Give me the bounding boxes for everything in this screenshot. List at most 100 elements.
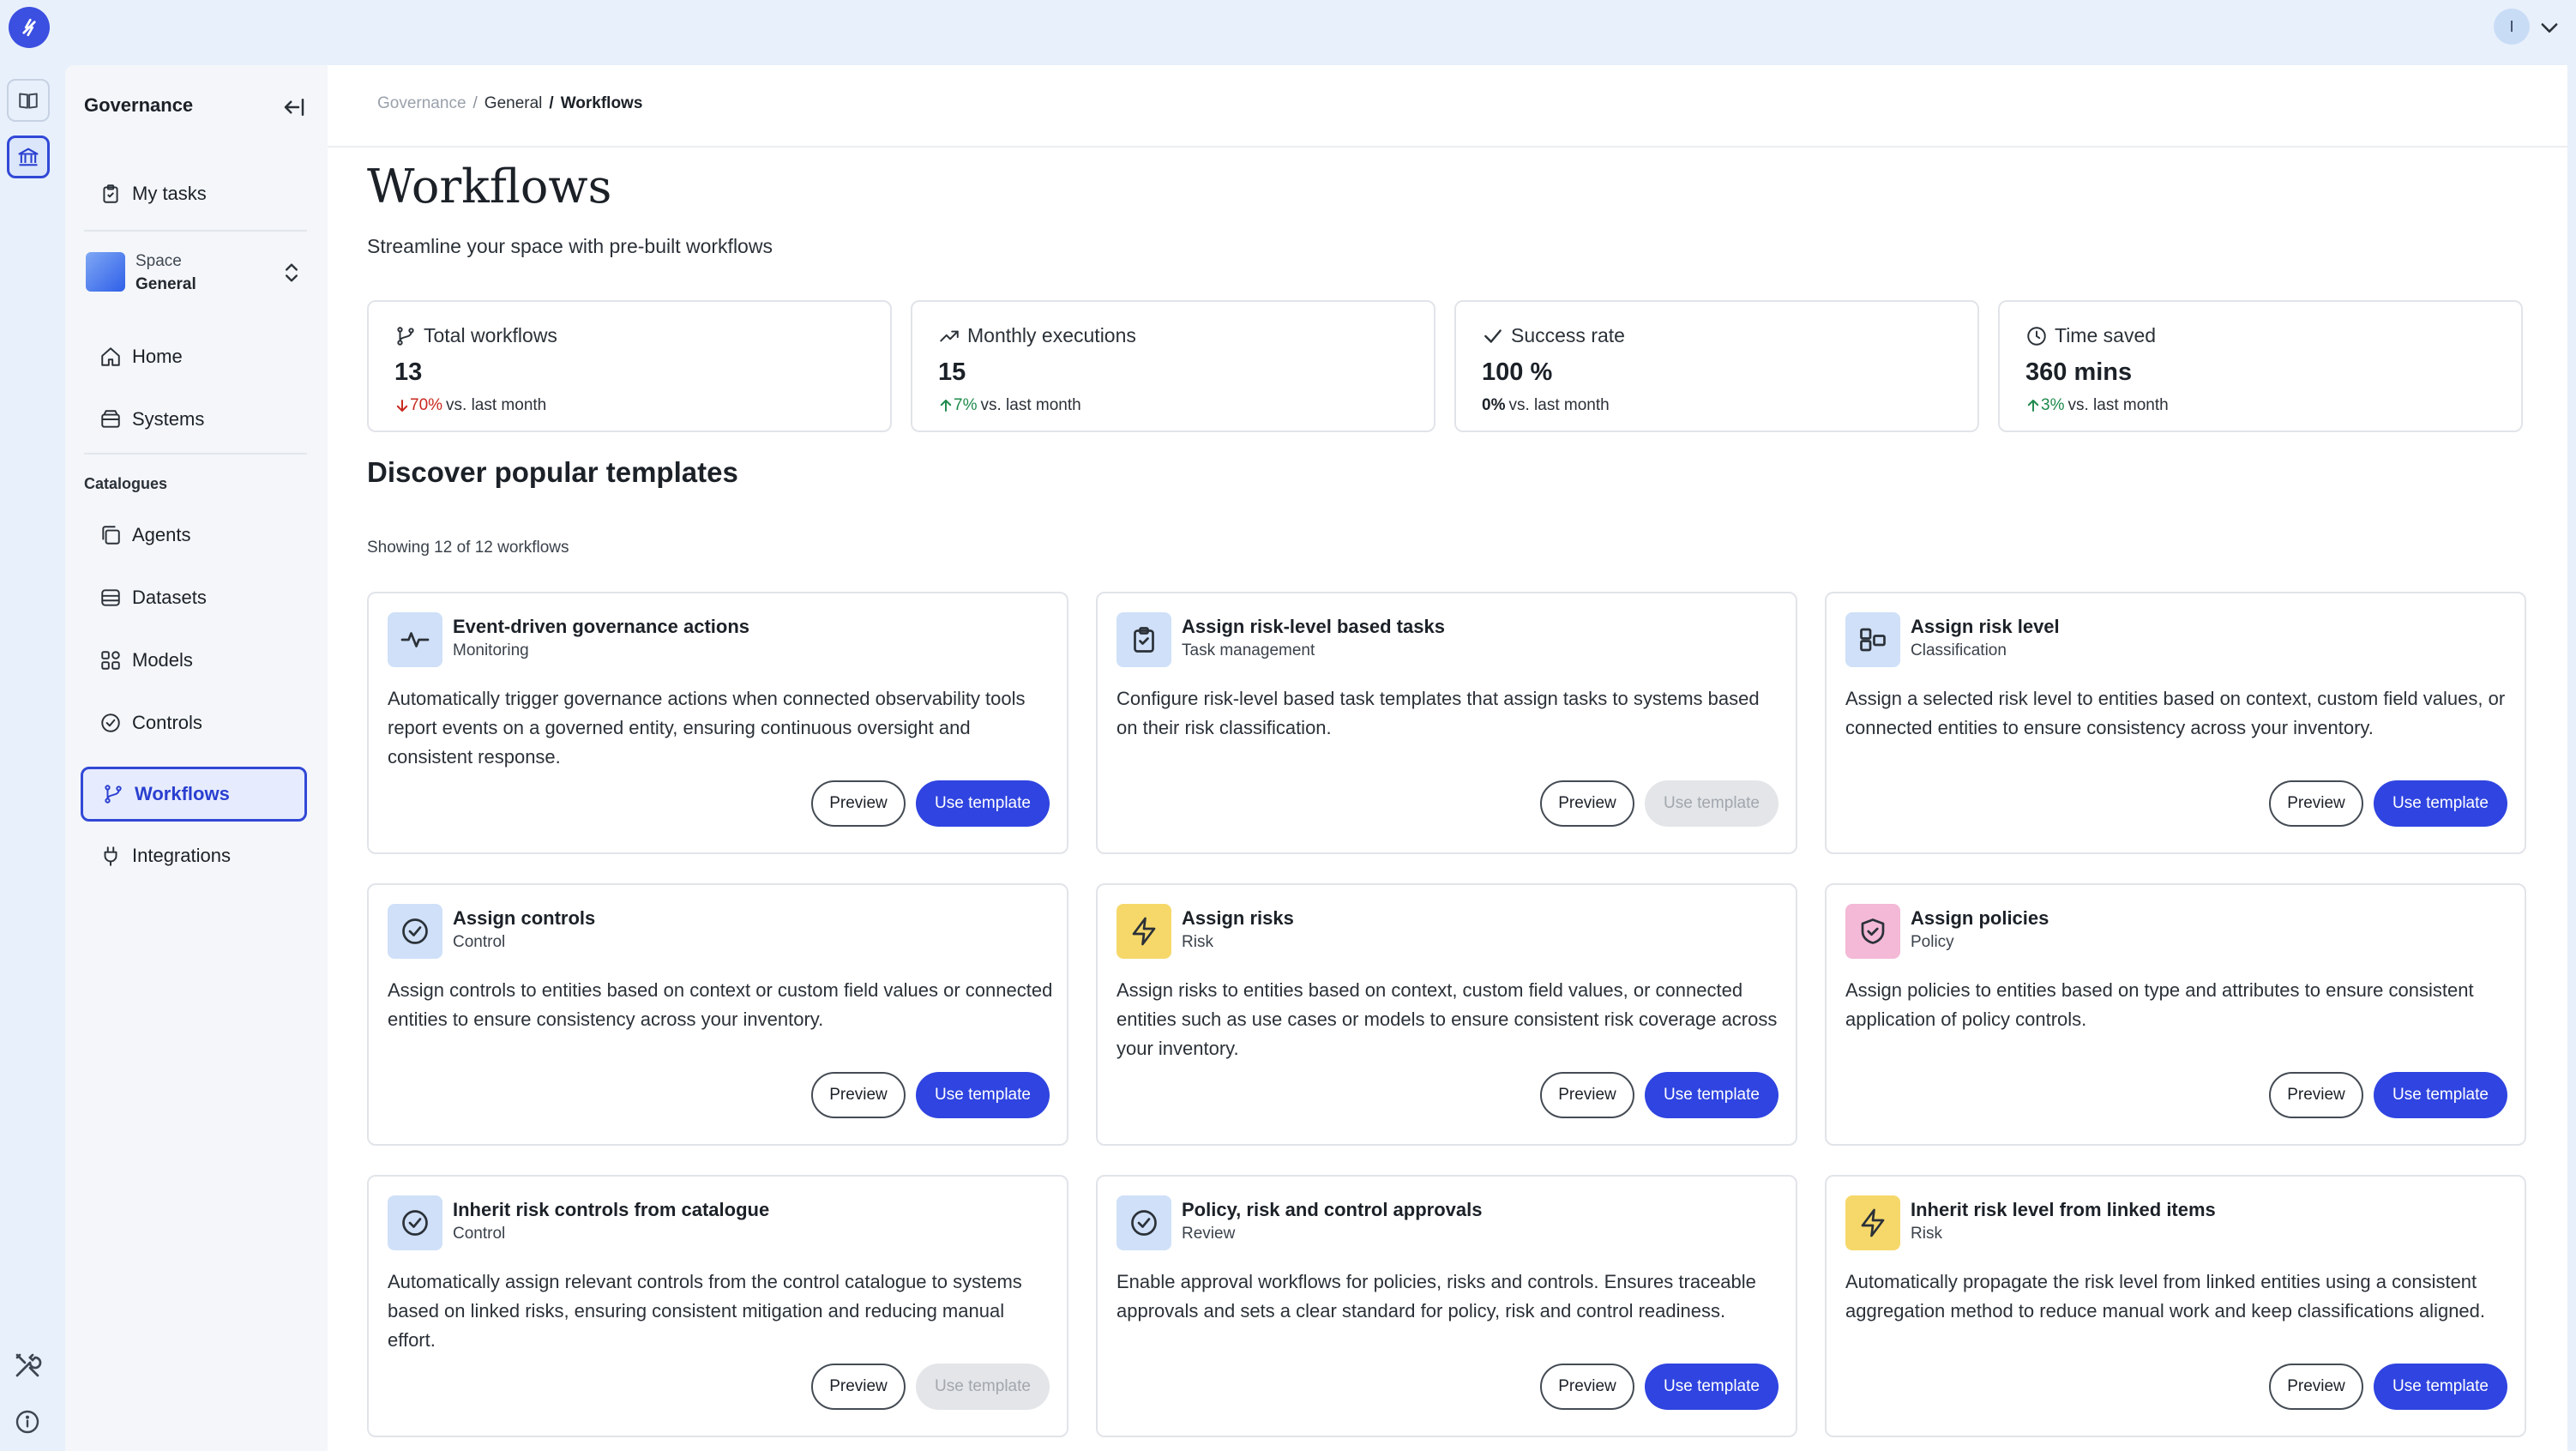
preview-button[interactable]: Preview: [1540, 1364, 1634, 1410]
template-card: Policy, risk and control approvals Revie…: [1096, 1175, 1797, 1437]
book-icon: [19, 93, 38, 109]
template-category: Policy: [1911, 933, 1954, 951]
classification-icon: [1845, 612, 1900, 667]
space-selector[interactable]: Space General: [84, 245, 307, 300]
template-description: Automatically trigger governance actions…: [388, 688, 1026, 768]
use-template-button[interactable]: Use template: [1645, 1072, 1779, 1118]
top-bar: I: [0, 0, 2576, 65]
use-template-button[interactable]: Use template: [916, 780, 1050, 827]
info-icon[interactable]: [14, 1408, 41, 1436]
stat-card-total-workflows: Total workflows 13 70% vs. last month: [367, 300, 892, 432]
template-category: Review: [1182, 1225, 1236, 1243]
sidebar-item-my-tasks[interactable]: My tasks: [81, 166, 307, 221]
preview-button[interactable]: Preview: [1540, 780, 1634, 827]
page-title: Workflows: [367, 160, 612, 214]
check-icon: [1484, 328, 1502, 343]
stat-suffix: vs. last month: [446, 396, 547, 414]
stat-change: 3%: [2041, 396, 2065, 414]
breadcrumb-space[interactable]: General: [485, 94, 543, 113]
database-icon: [98, 585, 123, 611]
breadcrumb-bar: Governance / General / Workflows: [328, 65, 2567, 148]
sidebar-item-models[interactable]: Models: [81, 633, 307, 688]
use-template-button-disabled: Use template: [916, 1364, 1050, 1410]
app-logo-icon[interactable]: [9, 7, 50, 48]
stat-card-time-saved: Time saved 360 mins 3% vs. last month: [1998, 300, 2523, 432]
sidebar-item-systems[interactable]: Systems: [81, 392, 307, 447]
tools-icon[interactable]: [12, 1350, 43, 1381]
stat-change: 7%: [954, 396, 978, 414]
preview-button[interactable]: Preview: [2269, 1364, 2363, 1410]
use-template-button[interactable]: Use template: [1645, 1364, 1779, 1410]
stat-card-success-rate: Success rate 100 % 0% vs. last month: [1454, 300, 1979, 432]
template-title: Inherit risk controls from catalogue: [453, 1199, 770, 1220]
shield-check-icon: [1845, 904, 1900, 959]
template-card: Assign controls Control Assign controls …: [367, 883, 1068, 1146]
use-template-button[interactable]: Use template: [2374, 1072, 2507, 1118]
clipboard-icon: [98, 181, 123, 207]
stat-card-monthly-executions: Monthly executions 15 7% vs. last month: [911, 300, 1435, 432]
template-card: Inherit risk controls from catalogue Con…: [367, 1175, 1068, 1437]
breadcrumb-current: Workflows: [560, 94, 643, 112]
template-title: Inherit risk level from linked items: [1911, 1199, 2216, 1220]
breadcrumb-root[interactable]: Governance: [377, 94, 466, 113]
use-template-button-disabled: Use template: [1645, 780, 1779, 827]
preview-button[interactable]: Preview: [811, 780, 906, 827]
space-label: Space: [135, 252, 182, 270]
governance-rail-button[interactable]: [7, 135, 50, 178]
sidebar-item-workflows[interactable]: Workflows: [81, 767, 307, 822]
template-description: Automatically propagate the risk level f…: [1845, 1271, 2486, 1322]
template-category: Task management: [1182, 641, 1315, 659]
arrow-down-icon: [396, 400, 408, 412]
sidebar-item-datasets[interactable]: Datasets: [81, 570, 307, 625]
sidebar-item-agents[interactable]: Agents: [81, 508, 307, 563]
sidebar-item-controls[interactable]: Controls: [81, 695, 307, 750]
collapse-sidebar-icon[interactable]: [281, 94, 307, 120]
template-description: Assign policies to entities based on typ…: [1845, 979, 2474, 1030]
trending-up-icon: [940, 330, 959, 341]
template-description: Assign a selected risk level to entities…: [1845, 688, 2506, 738]
stat-suffix: vs. last month: [2067, 396, 2169, 414]
sidebar-item-label: Home: [132, 346, 183, 367]
preview-button[interactable]: Preview: [2269, 780, 2363, 827]
catalogues-header: Catalogues: [84, 475, 168, 492]
divider: [84, 230, 307, 232]
stat-value: 15: [938, 358, 966, 386]
preview-button[interactable]: Preview: [811, 1364, 906, 1410]
breadcrumb: Governance / General / Workflows: [377, 94, 642, 113]
stat-label: Total workflows: [424, 324, 557, 346]
plug-icon: [98, 843, 123, 869]
workflow-branch-icon: [397, 326, 414, 346]
use-template-button[interactable]: Use template: [916, 1072, 1050, 1118]
chevron-down-icon[interactable]: [2537, 15, 2562, 39]
stat-change: 70%: [410, 396, 443, 414]
clipboard-check-icon: [1116, 612, 1171, 667]
sidebar-item-integrations[interactable]: Integrations: [81, 828, 307, 883]
template-category: Control: [453, 1225, 506, 1243]
user-initial: I: [2509, 17, 2514, 35]
arrow-up-icon: [940, 400, 952, 412]
space-name: General: [135, 275, 196, 293]
templates-section-title: Discover popular templates: [367, 456, 738, 488]
use-template-button[interactable]: Use template: [2374, 780, 2507, 827]
preview-button[interactable]: Preview: [1540, 1072, 1634, 1118]
docs-rail-button[interactable]: [7, 79, 50, 122]
chevron-up-down-icon: [286, 263, 298, 282]
agents-icon: [98, 522, 123, 548]
sidebar-item-home[interactable]: Home: [81, 329, 307, 384]
systems-icon: [98, 406, 123, 432]
template-category: Classification: [1911, 641, 2007, 659]
check-circle-icon: [1116, 1195, 1171, 1250]
stat-label: Time saved: [2055, 324, 2157, 346]
template-category: Control: [453, 933, 506, 951]
breadcrumb-separator: /: [472, 94, 478, 112]
preview-button[interactable]: Preview: [811, 1072, 906, 1118]
lightning-icon: [1845, 1195, 1900, 1250]
preview-button[interactable]: Preview: [2269, 1072, 2363, 1118]
sidebar: Governance My tasks Space General Home S…: [65, 65, 328, 1451]
bank-icon: [18, 148, 39, 166]
user-avatar[interactable]: I: [2494, 9, 2530, 45]
templates-count: Showing 12 of 12 workflows: [367, 539, 569, 557]
use-template-button[interactable]: Use template: [2374, 1364, 2507, 1410]
check-circle-icon: [388, 1195, 442, 1250]
template-category: Risk: [1911, 1225, 1942, 1243]
